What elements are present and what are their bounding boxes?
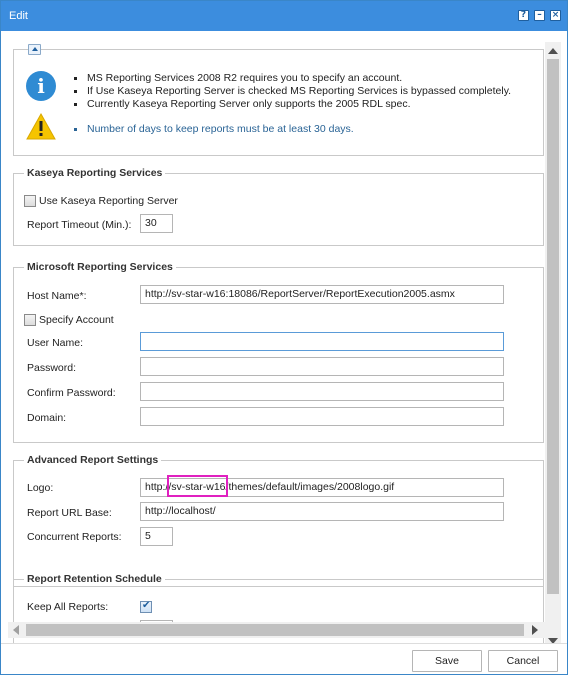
- logo-input[interactable]: http://sv-star-w16/themes/default/images…: [140, 478, 504, 497]
- save-button[interactable]: Save: [412, 650, 482, 672]
- dialog-title: Edit: [9, 10, 28, 22]
- advanced-legend: Advanced Report Settings: [24, 454, 162, 466]
- collapse-icon[interactable]: [28, 44, 41, 55]
- help-icon[interactable]: ?: [518, 10, 529, 21]
- warning-icon: [26, 113, 56, 140]
- host-name-input[interactable]: http://sv-star-w16:18086/ReportServer/Re…: [140, 285, 504, 304]
- scroll-right-icon[interactable]: [532, 625, 538, 635]
- password-input[interactable]: [140, 357, 504, 376]
- retention-legend: Report Retention Schedule: [24, 573, 165, 585]
- list-item: MS Reporting Services 2008 R2 requires y…: [74, 72, 511, 85]
- microsoft-legend: Microsoft Reporting Services: [24, 261, 176, 273]
- keep-all-label: Keep All Reports:: [27, 601, 109, 613]
- horizontal-scroll-thumb[interactable]: [26, 624, 524, 636]
- url-base-label: Report URL Base:: [27, 507, 112, 519]
- domain-label: Domain:: [27, 412, 67, 424]
- host-name-label: Host Name*:: [27, 290, 87, 302]
- kaseya-legend: Kaseya Reporting Services: [24, 167, 166, 179]
- dialog-content: i MS Reporting Services 2008 R2 requires…: [2, 32, 566, 659]
- specify-account-label: Specify Account: [39, 314, 114, 326]
- info-icon: i: [26, 71, 56, 101]
- timeout-input[interactable]: 30: [140, 214, 173, 233]
- kaseya-section: Kaseya Reporting Services: [13, 167, 544, 246]
- vertical-scrollbar[interactable]: [545, 42, 561, 650]
- notes-section: i MS Reporting Services 2008 R2 requires…: [13, 44, 544, 156]
- keep-all-checkbox[interactable]: [140, 600, 152, 613]
- horizontal-scrollbar[interactable]: [8, 622, 545, 638]
- use-kaseya-server-checkbox[interactable]: [24, 195, 36, 207]
- list-item: Currently Kaseya Reporting Server only s…: [74, 98, 511, 111]
- dialog-footer: Save Cancel: [1, 643, 567, 674]
- confirm-password-input[interactable]: [140, 382, 504, 401]
- cancel-button[interactable]: Cancel: [488, 650, 558, 672]
- logo-label: Logo:: [27, 482, 54, 494]
- close-icon[interactable]: ×: [550, 10, 561, 21]
- use-kaseya-server-label: Use Kaseya Reporting Server: [39, 195, 178, 207]
- warning-list: Number of days to keep reports must be a…: [74, 123, 354, 136]
- username-label: User Name:: [27, 337, 84, 349]
- notes-list: MS Reporting Services 2008 R2 requires y…: [74, 72, 511, 111]
- minimize-icon[interactable]: –: [534, 10, 545, 21]
- warning-note: Number of days to keep reports must be a…: [74, 123, 354, 136]
- scroll-left-icon[interactable]: [13, 625, 19, 635]
- confirm-password-label: Confirm Password:: [27, 387, 116, 399]
- dialog-titlebar[interactable]: Edit ? – ×: [1, 1, 567, 31]
- scroll-up-icon[interactable]: [548, 48, 558, 54]
- domain-input[interactable]: [140, 407, 504, 426]
- edit-dialog: Edit ? – × i MS Reporting Services 2008 …: [0, 0, 568, 675]
- list-item: If Use Kaseya Reporting Server is checke…: [74, 85, 511, 98]
- specify-account-checkbox[interactable]: [24, 314, 36, 326]
- timeout-label: Report Timeout (Min.):: [27, 219, 132, 231]
- password-label: Password:: [27, 362, 77, 374]
- concurrent-reports-input[interactable]: 5: [140, 527, 173, 546]
- concurrent-reports-label: Concurrent Reports:: [27, 531, 122, 543]
- url-base-input[interactable]: http://localhost/: [140, 502, 504, 521]
- vertical-scroll-thumb[interactable]: [547, 59, 559, 594]
- username-input[interactable]: [140, 332, 504, 351]
